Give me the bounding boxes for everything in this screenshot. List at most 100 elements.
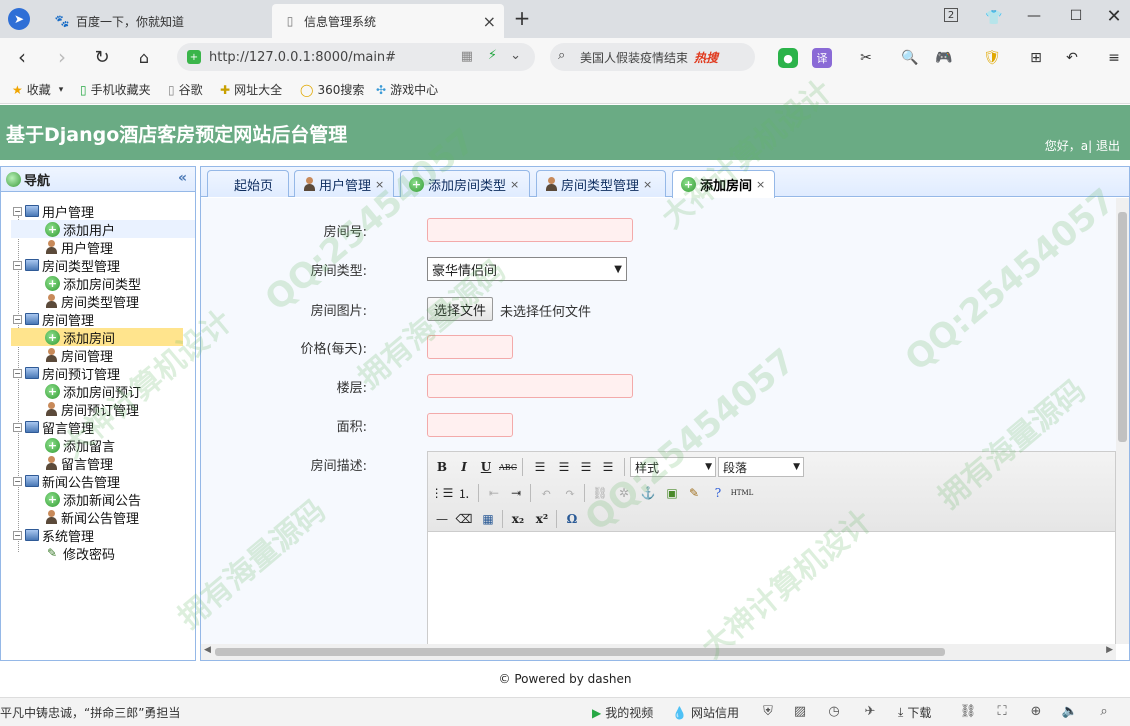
subscript-icon[interactable]: x₂ (508, 509, 528, 529)
price-input[interactable] (427, 335, 513, 359)
logout-link[interactable]: 退出 (1096, 139, 1120, 153)
sidebar-item-add-room[interactable]: + 添加房间 (11, 328, 183, 347)
tree-group-messages[interactable]: − 留言管理 (1, 418, 195, 437)
minimize-icon[interactable]: — (1024, 6, 1044, 26)
indent-icon[interactable]: ⇥ (506, 483, 526, 503)
sidebar-item-add-booking[interactable]: + 添加房间预订 (1, 382, 195, 401)
download-button[interactable]: ⤓ 下载 (898, 704, 931, 721)
tree-group-bookings[interactable]: − 房间预订管理 (1, 364, 195, 383)
browser-tab-baidu[interactable]: 🐾 百度一下，你就知道 (44, 4, 270, 38)
bookmark-360[interactable]: ◯ 360搜索 (300, 81, 364, 98)
reload-icon[interactable]: ↻ (92, 47, 112, 68)
sidebar-item-user-manage[interactable]: 用户管理 (1, 238, 195, 257)
search-box[interactable]: ⌕ 美国人假装疫情结束 热搜 (550, 43, 755, 71)
news-ticker[interactable]: 平凡中铸忠诚，“拼命三郎”勇担当 (0, 704, 180, 721)
link-icon[interactable]: ⛓ (590, 483, 610, 503)
search-icon[interactable]: ⌕ (1096, 703, 1112, 719)
collapse-node-icon[interactable]: − (13, 206, 22, 216)
help-icon[interactable]: ? (708, 483, 728, 503)
collapse-node-icon[interactable]: − (13, 260, 22, 270)
collapse-node-icon[interactable]: − (13, 476, 22, 486)
collapse-node-icon[interactable]: − (13, 314, 22, 324)
strikethrough-icon[interactable]: ABC (498, 457, 518, 477)
bookmark-favorites[interactable]: ★ 收藏 ▾ (12, 81, 63, 98)
anchor-icon[interactable]: ⚓ (638, 483, 658, 503)
html-source-button[interactable]: HTML (730, 483, 754, 503)
volume-icon[interactable]: 🔈 (1062, 703, 1078, 719)
tree-group-news[interactable]: − 新闻公告管理 (1, 472, 195, 491)
undo-icon[interactable]: ↶ (1062, 48, 1082, 68)
close-tab-icon[interactable]: × (756, 178, 765, 191)
outdent-icon[interactable]: ⇤ (484, 483, 504, 503)
bookmark-sites[interactable]: ✚ 网址大全 (220, 81, 282, 98)
tree-group-users[interactable]: − 用户管理 (1, 202, 195, 221)
link-icon[interactable]: ⛓ (960, 703, 977, 719)
home-icon[interactable]: ⌂ (134, 47, 154, 67)
room-no-input[interactable] (427, 218, 633, 242)
sidebar-item-add-message[interactable]: + 添加留言 (1, 436, 195, 455)
chat-icon[interactable]: ● (778, 48, 798, 68)
special-char-icon[interactable]: Ω (562, 509, 582, 529)
shield-icon[interactable]: 🛡 (982, 48, 1002, 68)
collapse-icon[interactable]: « (178, 170, 187, 186)
bullet-list-icon[interactable]: ⋮☰ (431, 483, 454, 503)
site-credit-button[interactable]: 💧 网站信用 (672, 704, 739, 721)
tab-add-room[interactable]: + 添加房间 × (672, 170, 775, 198)
sidebar-item-room-type-manage[interactable]: 房间类型管理 (1, 292, 195, 311)
choose-file-button[interactable]: 选择文件 (427, 297, 494, 321)
align-right-icon[interactable]: ☰ (576, 457, 596, 477)
style-select[interactable]: 样式 ▼ (630, 457, 716, 477)
bookmark-google[interactable]: ▯ 谷歌 (168, 81, 203, 98)
table-icon[interactable]: ▦ (478, 509, 498, 529)
sidebar-item-add-room-type[interactable]: + 添加房间类型 (1, 274, 195, 293)
tree-group-room-types[interactable]: − 房间类型管理 (1, 256, 195, 275)
tab-add-room-type[interactable]: + 添加房间类型 × (400, 170, 530, 197)
plane-icon[interactable]: ✈ (862, 703, 878, 719)
underline-icon[interactable]: U (476, 457, 496, 477)
tree-group-system[interactable]: − 系统管理 (1, 526, 195, 545)
numbered-list-icon[interactable]: ⒈ (454, 483, 474, 503)
tab-count-badge[interactable]: 2 (944, 8, 958, 22)
vertical-scrollbar[interactable] (1116, 198, 1129, 644)
sidebar-item-message-manage[interactable]: 留言管理 (1, 454, 195, 473)
back-icon[interactable]: ‹ (12, 45, 32, 69)
shield-icon[interactable]: ⛨ (760, 703, 776, 719)
close-tab-icon[interactable]: × (643, 178, 652, 191)
lightning-icon[interactable]: ⚡ (488, 48, 497, 63)
new-tab-button[interactable]: + (512, 6, 532, 30)
chevron-down-icon[interactable]: ⌄ (510, 48, 521, 63)
tab-room-type-manage[interactable]: 房间类型管理 × (536, 170, 666, 197)
tab-home[interactable]: 起始页 (207, 170, 289, 197)
area-input[interactable] (427, 413, 513, 437)
tree-group-rooms[interactable]: − 房间管理 (1, 310, 195, 329)
qr-icon[interactable]: ▦ (461, 49, 473, 64)
zoom-icon[interactable]: ⊕ (1028, 703, 1044, 719)
browser-tab-current[interactable]: ▯ 信息管理系统 × (272, 4, 504, 38)
sidebar-item-booking-manage[interactable]: 房间预订管理 (1, 400, 195, 419)
undo-icon[interactable]: ↶ (536, 483, 556, 503)
image-icon[interactable]: ▣ (662, 483, 682, 503)
collapse-node-icon[interactable]: − (13, 368, 22, 378)
collapse-node-icon[interactable]: − (13, 422, 22, 432)
unlink-icon[interactable]: ✲ (614, 483, 634, 503)
superscript-icon[interactable]: x² (532, 509, 552, 529)
shirt-icon[interactable]: 👕 (984, 8, 1004, 28)
floor-input[interactable] (427, 374, 633, 398)
cleanup-icon[interactable]: ✎ (684, 483, 704, 503)
italic-icon[interactable]: I (454, 457, 474, 477)
menu-icon[interactable]: ≡ (1104, 48, 1124, 68)
scroll-right-icon[interactable]: ▶ (1106, 645, 1113, 655)
bookmark-games[interactable]: ✣ 游戏中心 (376, 81, 438, 98)
scroll-left-icon[interactable]: ◀ (204, 645, 211, 655)
bookmark-mobile[interactable]: ▯ 手机收藏夹 (80, 81, 151, 98)
grid-icon[interactable]: ⊞ (1026, 48, 1046, 68)
sidebar-item-room-manage[interactable]: 房间管理 (1, 346, 195, 365)
sidebar-item-change-password[interactable]: ✎ 修改密码 (1, 544, 195, 563)
browser-logo-icon[interactable]: ➤ (8, 8, 30, 30)
image-icon[interactable]: ▨ (792, 703, 808, 719)
tab-user-manage[interactable]: 用户管理 × (294, 170, 394, 197)
align-center-icon[interactable]: ☰ (554, 457, 574, 477)
sidebar-item-add-user[interactable]: + 添加用户 (11, 220, 195, 239)
maximize-icon[interactable]: ☐ (1066, 6, 1086, 26)
translate-icon[interactable]: 译 (812, 48, 832, 68)
